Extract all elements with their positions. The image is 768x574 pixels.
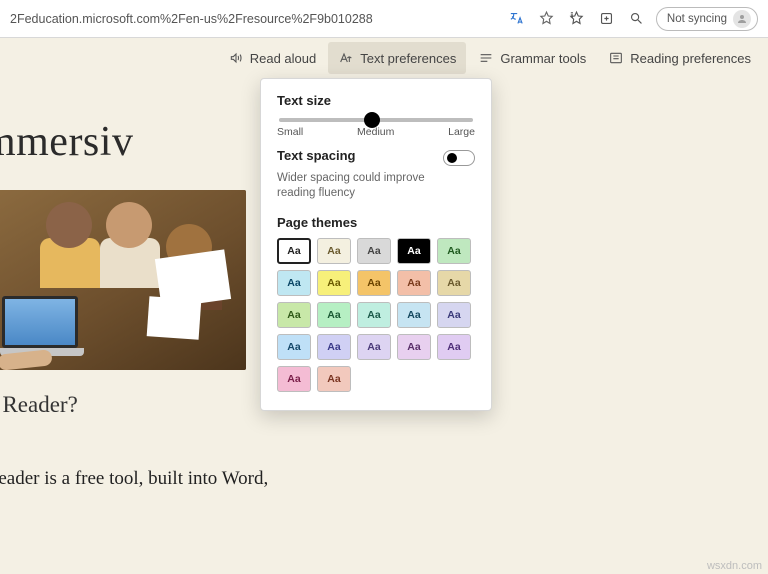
watermark-text: wsxdn.com	[707, 560, 762, 572]
slider-min-label: Small	[277, 126, 303, 138]
theme-swatch[interactable]: Aa	[437, 270, 471, 296]
theme-swatch[interactable]: Aa	[317, 238, 351, 264]
collections-icon[interactable]	[596, 8, 618, 30]
immersive-reader-toolbar: Read aloud Text preferences Grammar tool…	[0, 38, 768, 78]
theme-swatch[interactable]: Aa	[397, 238, 431, 264]
text-spacing-description: Wider spacing could improve reading flue…	[277, 171, 433, 201]
feedback-icon[interactable]	[626, 8, 648, 30]
text-preferences-label: Text preferences	[360, 51, 456, 66]
theme-swatch[interactable]: Aa	[277, 270, 311, 296]
theme-swatch[interactable]: Aa	[317, 366, 351, 392]
theme-swatch[interactable]: Aa	[277, 238, 311, 264]
text-spacing-toggle[interactable]	[443, 150, 475, 166]
text-size-slider-thumb[interactable]	[364, 112, 380, 128]
grammar-tools-button[interactable]: Grammar tools	[468, 42, 596, 74]
slider-max-label: Large	[448, 126, 475, 138]
theme-swatch[interactable]: Aa	[357, 238, 391, 264]
reading-preferences-label: Reading preferences	[630, 51, 751, 66]
theme-swatch[interactable]: Aa	[397, 334, 431, 360]
article-hero-image	[0, 190, 246, 370]
theme-swatch[interactable]: Aa	[397, 302, 431, 328]
text-spacing-heading: Text spacing	[277, 148, 433, 163]
grammar-tools-label: Grammar tools	[500, 51, 586, 66]
star-outline-icon[interactable]	[536, 8, 558, 30]
theme-swatch[interactable]: Aa	[277, 366, 311, 392]
text-size-slider[interactable]	[279, 118, 473, 122]
theme-swatch[interactable]: Aa	[357, 302, 391, 328]
theme-swatch[interactable]: Aa	[437, 334, 471, 360]
theme-swatch[interactable]: Aa	[437, 302, 471, 328]
page-themes-heading: Page themes	[277, 215, 475, 230]
theme-swatch[interactable]: Aa	[357, 270, 391, 296]
theme-swatch[interactable]: Aa	[357, 334, 391, 360]
theme-swatch[interactable]: Aa	[277, 334, 311, 360]
profile-sync-button[interactable]: Not syncing	[656, 7, 758, 31]
theme-swatch[interactable]: Aa	[277, 302, 311, 328]
theme-swatch[interactable]: Aa	[317, 334, 351, 360]
reading-preferences-button[interactable]: Reading preferences	[598, 42, 761, 74]
avatar-icon	[733, 10, 751, 28]
text-size-heading: Text size	[277, 93, 475, 108]
url-text: 2Feducation.microsoft.com%2Fen-us%2Freso…	[10, 12, 373, 26]
read-aloud-button[interactable]: Read aloud	[218, 42, 327, 74]
text-preferences-button[interactable]: Text preferences	[328, 42, 466, 74]
page-themes-grid: AaAaAaAaAaAaAaAaAaAaAaAaAaAaAaAaAaAaAaAa…	[277, 238, 475, 392]
sync-label: Not syncing	[667, 13, 727, 25]
theme-swatch[interactable]: Aa	[437, 238, 471, 264]
page-body-text: mmersive Reader is a free tool, built in…	[0, 468, 768, 490]
toggle-knob	[447, 153, 457, 163]
text-preferences-panel: Text size Small Medium Large Text spacin…	[260, 78, 492, 411]
translate-icon[interactable]	[506, 8, 528, 30]
browser-address-bar: 2Feducation.microsoft.com%2Fen-us%2Freso…	[0, 0, 768, 38]
read-aloud-label: Read aloud	[250, 51, 317, 66]
theme-swatch[interactable]: Aa	[397, 270, 431, 296]
theme-swatch[interactable]: Aa	[317, 270, 351, 296]
theme-swatch[interactable]: Aa	[317, 302, 351, 328]
favorites-icon[interactable]	[566, 8, 588, 30]
slider-mid-label: Medium	[357, 126, 394, 138]
